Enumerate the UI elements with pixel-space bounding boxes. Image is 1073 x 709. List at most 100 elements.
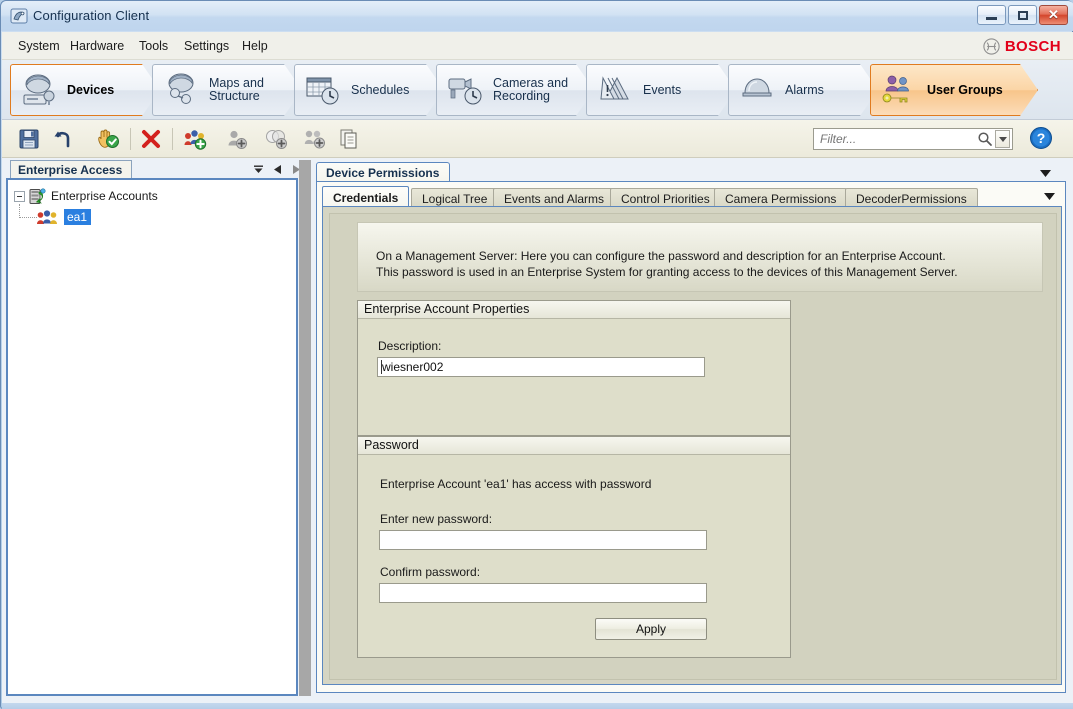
events-warning-icon <box>595 71 635 109</box>
add-dual-auth-icon <box>266 130 287 149</box>
content-area: Enterprise Access Enterprise Accounts ea… <box>2 158 1073 703</box>
ribbon-tab-alarms[interactable]: Alarms <box>728 64 878 116</box>
tab-events-and-alarms[interactable]: Events and Alarms <box>493 188 616 208</box>
menu-item-tools[interactable]: Tools <box>135 38 172 54</box>
ribbon-tab-maps-and-structure[interactable]: Maps and Structure <box>152 64 302 116</box>
panel-collapse-button[interactable] <box>1038 167 1052 179</box>
ribbon-tab-cameras-and-recording[interactable]: Cameras and Recording <box>436 64 594 116</box>
search-input[interactable] <box>814 132 977 146</box>
icon-toolbar: ? <box>2 120 1073 158</box>
text-caret <box>381 360 382 374</box>
tab-logical-tree[interactable]: Logical Tree <box>411 188 499 208</box>
status-strip <box>2 703 1073 709</box>
dock-menu-icon <box>254 165 263 173</box>
credentials-tab-strip: Credentials Logical Tree Events and Alar… <box>322 186 1062 208</box>
group-title: Enterprise Account Properties <box>358 301 790 319</box>
ribbon-tab-label: Cameras and Recording <box>493 76 569 103</box>
tab-overflow-button[interactable] <box>1042 190 1056 202</box>
enterprise-accounts-server-icon <box>28 187 47 205</box>
tree-item-enterprise-accounts[interactable]: Enterprise Accounts <box>14 186 158 206</box>
tree-connector <box>19 217 37 218</box>
ribbon-tab-label: Schedules <box>351 82 410 97</box>
save-button[interactable] <box>16 126 42 152</box>
maps-structure-icon <box>161 71 201 109</box>
credentials-pane-inner: On a Management Server: Here you can con… <box>329 213 1057 680</box>
menu-item-hardware[interactable]: Hardware <box>66 38 128 54</box>
confirm-password-input[interactable] <box>379 583 707 603</box>
ribbon-tab-label: Devices <box>67 82 115 97</box>
bosch-logo: BOSCH <box>983 38 1061 55</box>
tree-item-label: Enterprise Accounts <box>51 189 158 203</box>
ribbon-tab-devices[interactable]: Devices <box>10 64 160 116</box>
menu-item-system[interactable]: System <box>14 38 64 54</box>
tree-item-label: ea1 <box>64 209 92 225</box>
add-user-group-icon <box>184 130 207 150</box>
menu-item-help[interactable]: Help <box>238 38 272 54</box>
apply-button[interactable]: Apply <box>595 618 707 640</box>
new-user-group-button[interactable] <box>182 126 208 152</box>
device-permissions-panel: Device Permissions Credentials Logical T… <box>312 160 1069 700</box>
panel-splitter[interactable] <box>299 160 311 696</box>
tree-connector <box>19 204 20 218</box>
enterprise-access-panel: Enterprise Access Enterprise Accounts ea… <box>6 160 300 696</box>
group-title: Password <box>358 437 790 455</box>
search-icon <box>977 131 993 147</box>
new-enterprise-user-group-button[interactable] <box>302 126 328 152</box>
add-user-icon <box>228 130 247 149</box>
ribbon-tab-label: Alarms <box>785 82 824 97</box>
tab-decoder-permissions[interactable]: DecoderPermissions <box>845 188 978 208</box>
new-password-label: Enter new password: <box>380 512 493 526</box>
alarms-bell-icon <box>737 71 777 109</box>
menu-bar: System Hardware Tools Settings Help BOSC… <box>2 32 1073 60</box>
undo-button[interactable] <box>50 126 76 152</box>
ribbon-tab-label: Events <box>643 82 682 97</box>
confirm-password-label: Confirm password: <box>380 565 481 579</box>
menu-item-settings[interactable]: Settings <box>180 38 233 54</box>
activate-button[interactable] <box>94 126 120 152</box>
minimize-button[interactable] <box>977 5 1006 25</box>
chevron-down-icon <box>1043 192 1055 200</box>
help-button[interactable]: ? <box>1029 126 1055 152</box>
new-user-button[interactable] <box>224 126 250 152</box>
maximize-icon <box>1017 10 1028 20</box>
svg-text:?: ? <box>1037 130 1046 146</box>
tree-item-ea1[interactable]: ea1 <box>36 207 92 227</box>
copy-pages-icon <box>340 129 357 149</box>
chevron-down-icon <box>998 136 1007 142</box>
ribbon-tab-label: Maps and Structure <box>209 76 264 103</box>
panel-tab-enterprise-access[interactable]: Enterprise Access <box>10 160 133 179</box>
add-enterprise-user-group-icon <box>304 130 325 149</box>
tab-control-priorities[interactable]: Control Priorities <box>610 188 721 208</box>
new-password-input[interactable] <box>379 530 707 550</box>
description-input[interactable] <box>377 357 705 377</box>
undo-arrow-icon <box>54 131 70 148</box>
filter-search-box[interactable] <box>813 128 1013 150</box>
dock-prev-button[interactable] <box>271 163 284 176</box>
title-bar: Configuration Client ✕ <box>1 1 1073 31</box>
minimize-icon <box>986 16 997 20</box>
ribbon-tab-schedules[interactable]: Schedules <box>294 64 444 116</box>
tab-credentials[interactable]: Credentials <box>322 186 410 208</box>
help-question-icon: ? <box>1030 127 1052 149</box>
dock-menu-button[interactable] <box>252 163 265 176</box>
ribbon-tab-user-groups[interactable]: User Groups <box>870 64 1038 116</box>
enterprise-accounts-tree[interactable]: Enterprise Accounts ea1 <box>6 178 298 696</box>
device-permissions-body: Credentials Logical Tree Events and Alar… <box>316 181 1066 693</box>
filter-dropdown-button[interactable] <box>995 130 1010 148</box>
new-dual-authorization-button[interactable] <box>264 126 290 152</box>
copy-button[interactable] <box>336 126 362 152</box>
camera-recording-icon <box>445 71 485 109</box>
device-camera-server-icon <box>19 71 59 109</box>
tree-expander-collapse-icon[interactable] <box>14 190 25 202</box>
delete-button[interactable] <box>138 126 164 152</box>
bosch-wordmark: BOSCH <box>1004 38 1061 55</box>
credentials-pane: On a Management Server: Here you can con… <box>322 206 1062 685</box>
maximize-button[interactable] <box>1008 5 1037 25</box>
bosch-mark-icon <box>983 38 1000 55</box>
schedule-clock-icon <box>303 71 343 109</box>
panel-tab-device-permissions[interactable]: Device Permissions <box>316 162 451 182</box>
close-button[interactable]: ✕ <box>1039 5 1068 25</box>
ribbon-tab-events[interactable]: Events <box>586 64 736 116</box>
chevron-left-icon <box>273 165 281 174</box>
tab-camera-permissions[interactable]: Camera Permissions <box>714 188 848 208</box>
